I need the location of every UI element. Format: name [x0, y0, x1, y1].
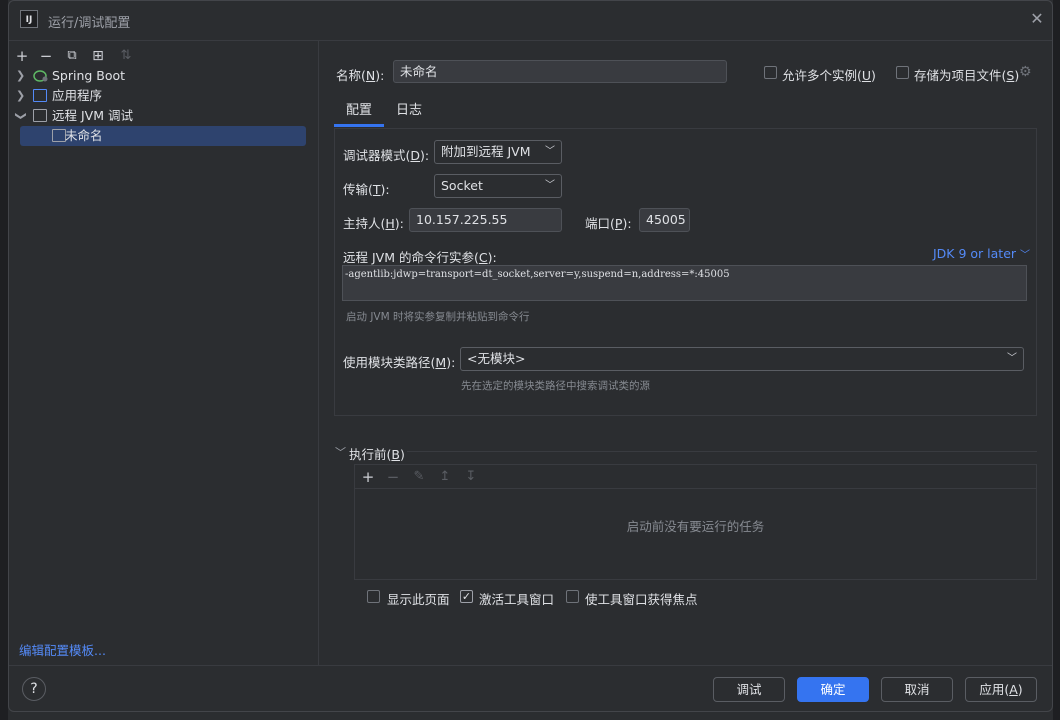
edit-config-templates-link[interactable]: 编辑配置模板...	[19, 640, 106, 659]
jvm-args-label: 远程 JVM 的命令行实参(C):	[343, 250, 497, 265]
move-up-icon[interactable]: ↥	[434, 466, 456, 488]
move-down-icon[interactable]: ↧	[460, 466, 482, 488]
add-task-icon[interactable]: +	[357, 466, 379, 488]
before-launch-title[interactable]: 执行前(B)	[349, 444, 405, 463]
spring-boot-icon	[33, 69, 48, 82]
module-classpath-select[interactable]: <无模块> ﹀	[460, 347, 1024, 371]
new-folder-icon[interactable]: ⊞	[87, 45, 109, 67]
jdk-version-dropdown[interactable]: JDK 9 or later ﹀	[933, 246, 1030, 261]
apply-button[interactable]: 应用(A)	[965, 677, 1037, 702]
tree-item-spring-boot[interactable]: ❯ Spring Boot	[9, 66, 309, 86]
transport-select[interactable]: Socket ﹀	[434, 174, 562, 198]
tree-item-label: 应用程序	[52, 88, 103, 103]
debug-button[interactable]: 调试	[713, 677, 785, 702]
module-classpath-label: 使用模块类路径(M):	[343, 355, 456, 370]
jvm-args-field[interactable]: -agentlib:jdwp=transport=dt_socket,serve…	[342, 265, 1027, 301]
tab-configuration[interactable]: 配置	[334, 100, 384, 127]
jvm-args-hint: 启动 JVM 时将实参复制并粘贴到命令行	[346, 311, 530, 323]
show-page-label: 显示此页面	[387, 592, 450, 607]
dialog-title: 运行/调试配置	[48, 16, 131, 31]
debugger-mode-label: 调试器模式(D):	[343, 148, 430, 163]
add-config-icon[interactable]: +	[11, 45, 33, 67]
allow-multiple-checkbox[interactable]	[764, 66, 777, 79]
tree-item-label: 远程 JVM 调试	[52, 108, 133, 123]
tree-item-remote-jvm-debug[interactable]: ❯ 远程 JVM 调试	[9, 106, 309, 126]
no-tasks-message: 启动前没有要运行的任务	[626, 519, 765, 534]
focus-tool-window-label: 使工具窗口获得焦点	[585, 592, 698, 607]
before-launch-toolbar: + − ✎ ↥ ↧	[355, 465, 1036, 489]
tree-item-label: 未命名	[65, 128, 103, 143]
tree-item-label: Spring Boot	[52, 68, 126, 83]
chevron-right-icon[interactable]: ❯	[16, 86, 25, 106]
chevron-down-icon[interactable]: ﹀	[335, 444, 346, 460]
background-editor-left	[0, 0, 8, 720]
chevron-down-icon: ﹀	[545, 146, 555, 157]
intellij-app-icon: IJ	[20, 10, 38, 28]
background-editor-right	[1053, 0, 1060, 720]
chevron-down-icon: ﹀	[1007, 353, 1017, 364]
config-tree-panel: + − ⧉ ⊞ ⇅ ❯ Spring Boot ❯ 应用程序 ❯ 远程 JVM …	[9, 41, 319, 665]
remove-config-icon[interactable]: −	[35, 45, 57, 67]
name-label: 名称(N):	[336, 68, 385, 83]
allow-multiple-label: 允许多个实例(U)	[782, 68, 876, 83]
before-launch-divider	[407, 451, 1037, 452]
name-field[interactable]: 未命名	[393, 60, 727, 83]
tree-item-application[interactable]: ❯ 应用程序	[9, 86, 309, 106]
activate-tool-window-label: 激活工具窗口	[479, 592, 555, 607]
tab-logs[interactable]: 日志	[386, 100, 432, 127]
port-label: 端口(P):	[585, 216, 632, 231]
port-field[interactable]: 45005	[639, 208, 690, 232]
store-as-project-file-label: 存储为项目文件(S)	[914, 68, 1020, 83]
store-as-project-file-checkbox[interactable]	[896, 66, 909, 79]
edit-task-icon[interactable]: ✎	[408, 466, 430, 488]
sort-icon[interactable]: ⇅	[115, 45, 137, 67]
transport-label: 传输(T):	[343, 182, 390, 197]
remote-jvm-debug-icon	[33, 109, 47, 122]
chevron-right-icon[interactable]: ❯	[16, 66, 25, 86]
activate-tool-window-checkbox[interactable]: ✓	[460, 590, 473, 603]
gear-icon[interactable]: ⚙	[1019, 64, 1032, 80]
help-button[interactable]: ?	[22, 677, 46, 701]
tree-item-unnamed[interactable]: 未命名	[20, 126, 306, 146]
show-page-checkbox[interactable]	[367, 590, 380, 603]
ok-button[interactable]: 确定	[797, 677, 869, 702]
copy-config-icon[interactable]: ⧉	[61, 45, 83, 67]
chevron-down-icon[interactable]: ❯	[11, 111, 31, 120]
application-icon	[33, 89, 47, 102]
remove-task-icon[interactable]: −	[382, 466, 404, 488]
remote-jvm-config-icon	[52, 129, 66, 142]
footer-divider	[9, 665, 1052, 666]
cancel-button[interactable]: 取消	[881, 677, 953, 702]
chevron-down-icon: ﹀	[1020, 250, 1031, 261]
focus-tool-window-checkbox[interactable]	[566, 590, 579, 603]
debugger-mode-select[interactable]: 附加到远程 JVM ﹀	[434, 140, 562, 164]
module-classpath-hint: 先在选定的模块类路径中搜索调试类的源	[461, 380, 650, 392]
host-field[interactable]: 10.157.225.55	[409, 208, 562, 232]
close-icon[interactable]: ✕	[1028, 10, 1046, 28]
chevron-down-icon: ﹀	[545, 180, 555, 191]
host-label: 主持人(H):	[343, 216, 404, 231]
